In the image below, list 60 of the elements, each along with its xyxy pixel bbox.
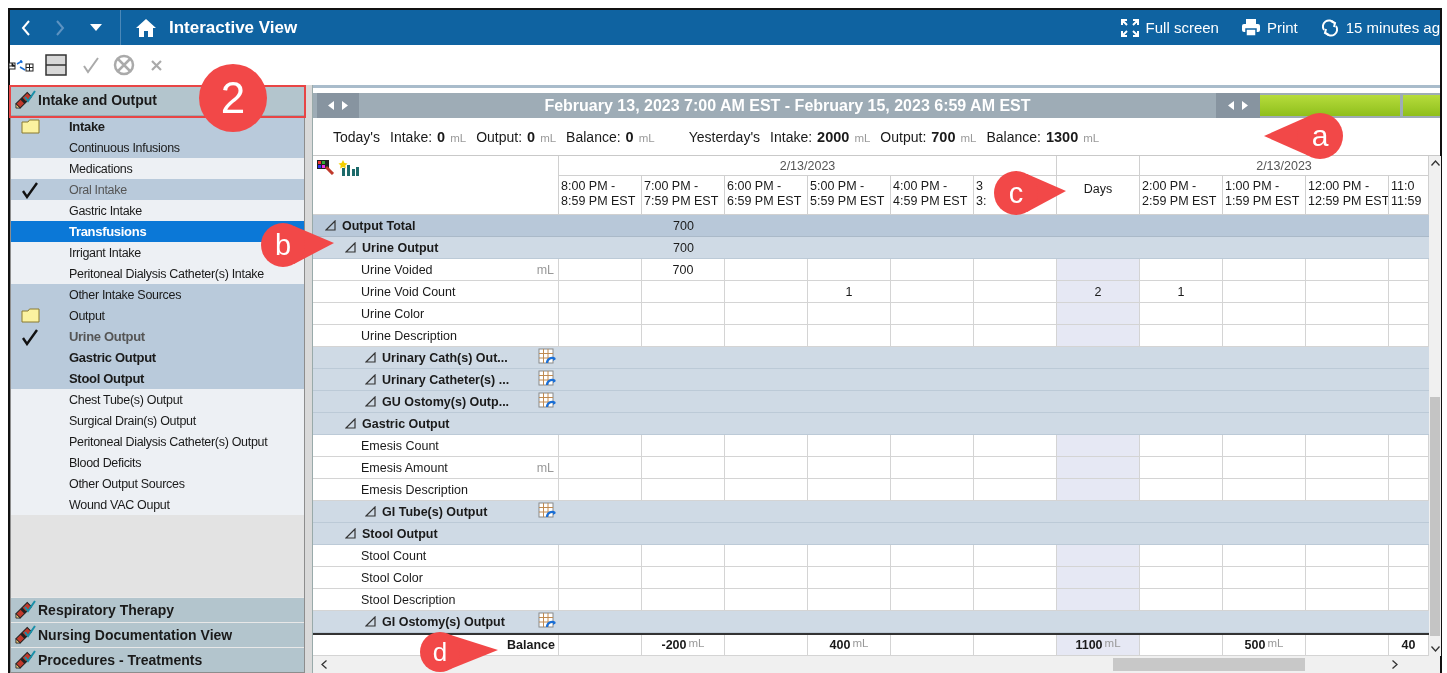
callout-tooltip: d [420, 632, 498, 672]
row-label: Emesis Count [361, 438, 439, 453]
field-label: Output: [880, 128, 927, 145]
summary-label: Yesterday's [688, 128, 761, 145]
unit-label: mL [852, 637, 869, 649]
callout-tooltip: a [1264, 113, 1343, 159]
unit-label: mL [1104, 637, 1121, 649]
field-label: Balance: [566, 128, 621, 145]
cell-value: 500 [1244, 638, 1266, 652]
field-label: Intake: [770, 128, 813, 145]
row-label: Urine Description [361, 328, 457, 343]
row-label: Urine Void Count [361, 284, 456, 299]
window-title: Interactive View [169, 17, 298, 38]
field-label: Intake: [390, 128, 433, 145]
row-label: Gastric Output [362, 416, 450, 431]
unit-label: mL [536, 262, 554, 277]
cell-value: 700 [673, 240, 694, 255]
field-value: 0 [625, 128, 634, 145]
row-label: Stool Color [361, 570, 423, 585]
row-label: Urine Color [361, 306, 425, 321]
field-label: Balance: [986, 128, 1041, 145]
cell-value: 700 [673, 218, 694, 233]
row-label: GU Ostomy(s) Outp... [382, 394, 510, 409]
unit-label: mL [540, 131, 557, 144]
row-label: Emesis Amount [361, 460, 448, 475]
row-label: Balance [507, 638, 555, 652]
unit-label: mL [854, 131, 871, 144]
unit-label: mL [450, 131, 467, 144]
field-value: 700 [931, 128, 956, 145]
unit-label: mL [1267, 637, 1284, 649]
field-value: 0 [527, 128, 536, 145]
row-label: GI Tube(s) Output [382, 504, 488, 519]
cell-value: 1100 [1075, 638, 1103, 652]
unit-label: mL [638, 131, 655, 144]
field-value: 1300 [1045, 128, 1079, 145]
row-label: Stool Count [361, 548, 427, 563]
unit-label: mL [1083, 131, 1100, 144]
row-label: GI Ostomy(s) Output [382, 614, 505, 629]
row-label: Emesis Description [361, 482, 468, 497]
unit-label: mL [960, 131, 977, 144]
row-label: Urine Voided [361, 262, 433, 277]
field-value: 0 [437, 128, 446, 145]
callout-tooltip: c [994, 171, 1066, 215]
field-value: 2000 [817, 128, 850, 145]
cell-value: 400 [829, 638, 851, 652]
row-label: Output Total [342, 218, 416, 233]
row-label: Urinary Cath(s) Out... [382, 350, 508, 365]
cell-value: -200 [661, 638, 687, 652]
field-label: Output: [476, 128, 523, 145]
row-label: Stool Description [361, 592, 456, 607]
date-range-title: February 13, 2023 7:00 AM EST - February 15, 2023 6:59 AM EST [543, 96, 1032, 115]
unit-label: mL [536, 460, 554, 475]
unit-label: mL [688, 637, 705, 649]
row-label: Urine Output [362, 240, 439, 255]
callout-tooltip: 2 [199, 64, 267, 132]
cell-value: 40 [1401, 638, 1416, 652]
row-label: Urinary Catheter(s) ... [382, 372, 510, 387]
callout-tooltip: b [261, 223, 334, 267]
row-label: Stool Output [362, 526, 438, 541]
summary-label: Today's [333, 128, 381, 145]
